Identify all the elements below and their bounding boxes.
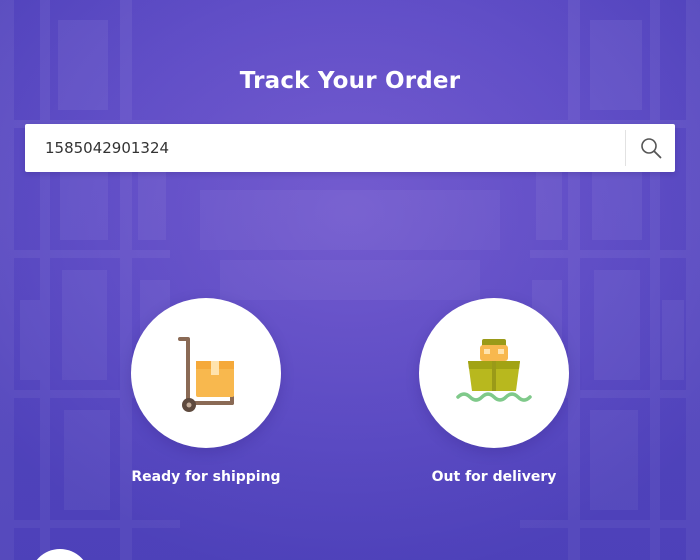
search-icon <box>640 138 661 159</box>
step-label: Out for delivery <box>431 469 557 485</box>
cargo-ship-icon <box>456 339 532 402</box>
tracking-search-bar <box>25 124 675 172</box>
page-title: Track Your Order <box>239 68 461 94</box>
step-label: Ready for shipping <box>131 469 281 485</box>
step-icon-circle <box>131 298 281 448</box>
step-out-for-delivery: Out for delivery <box>374 298 614 485</box>
hand-truck-box-icon <box>178 337 234 412</box>
tracking-number-input[interactable] <box>25 124 625 172</box>
step-icon-circle <box>419 298 569 448</box>
step-ready-for-shipping: Ready for shipping <box>86 298 326 485</box>
search-button[interactable] <box>626 124 675 172</box>
